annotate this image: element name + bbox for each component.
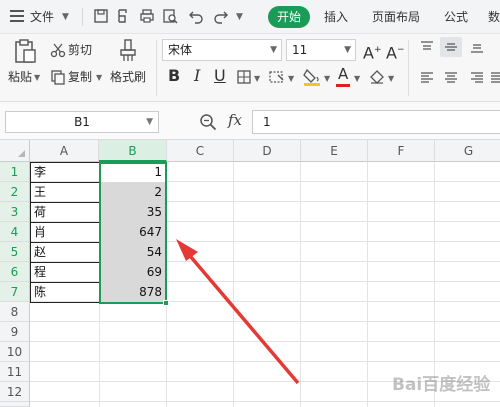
- annotation-arrow: [176, 239, 300, 385]
- spreadsheet-app: 文件 ▼ ▼ 开始 插入 页面布局 公式 数 粘贴 ▼ 剪切 复制 ▼ 格式刷 …: [0, 0, 500, 407]
- watermark: Bai百度经验: [392, 375, 491, 395]
